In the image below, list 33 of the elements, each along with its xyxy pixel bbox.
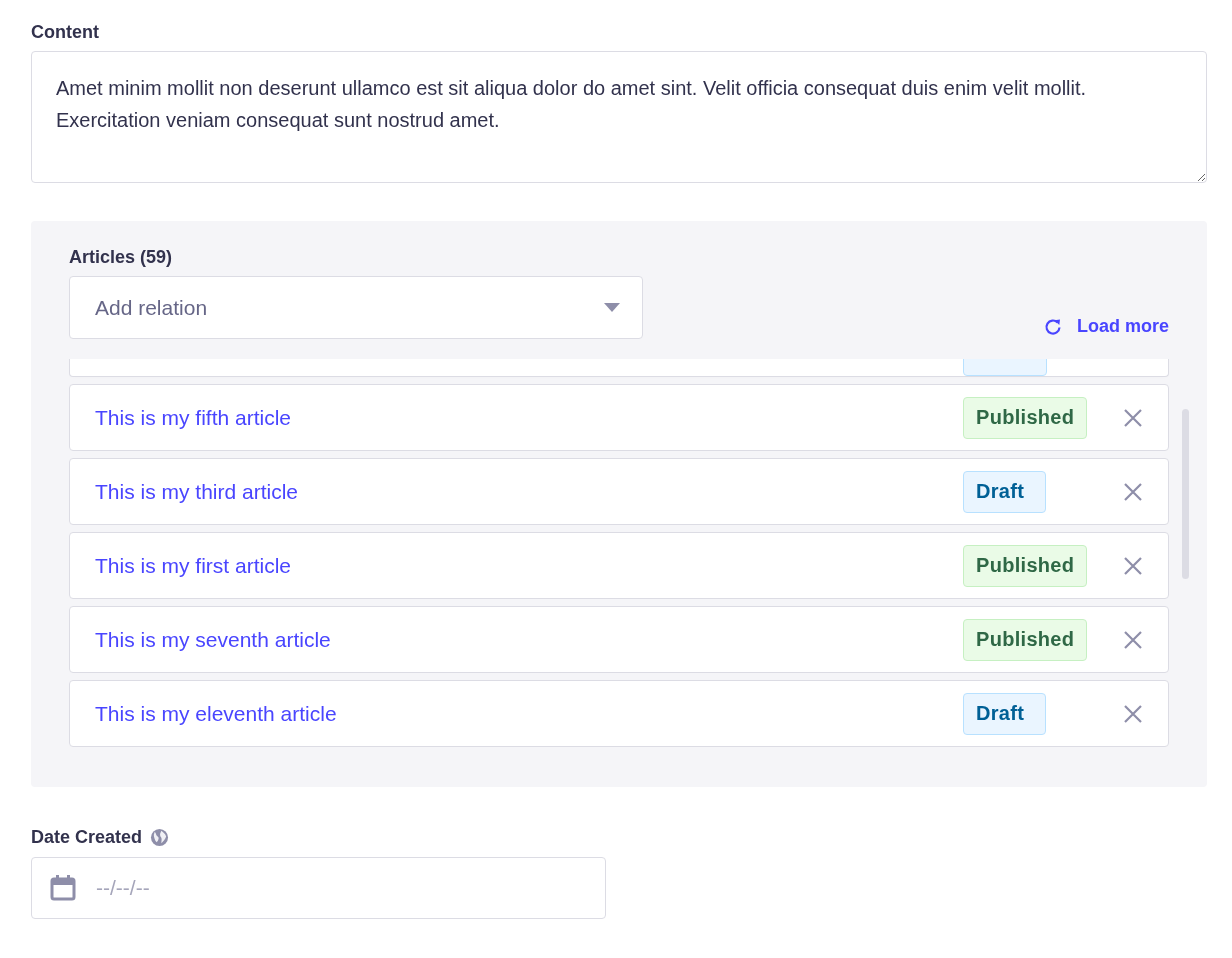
refresh-icon <box>1043 316 1063 337</box>
remove-button[interactable] <box>1122 554 1144 577</box>
globe-icon <box>150 828 170 847</box>
remove-button[interactable] <box>1122 480 1144 503</box>
close-icon <box>1122 554 1144 577</box>
caret-icon <box>604 302 620 313</box>
status-badge: Published <box>963 618 1088 661</box>
content-textarea[interactable]: Amet minim mollit non deserunt ullamco est sit aliqua dolor do amet sint. Velit officia consequat duis enim velit mollit. Exercitation veniam consequat sunt nostrud amet. <box>31 51 1207 183</box>
article-link[interactable]: This is my eleventh article <box>95 701 963 726</box>
article-link[interactable]: This is my third article <box>95 479 963 504</box>
article-link[interactable]: This is my first article <box>95 553 963 578</box>
date-field[interactable]: --/--/-- <box>31 857 606 919</box>
add-relation-select[interactable]: Add relation <box>69 276 643 339</box>
select-placeholder: Add relation <box>95 295 208 320</box>
article-link[interactable]: This is my fifth article <box>95 405 963 430</box>
close-icon <box>1122 480 1144 503</box>
remove-button[interactable] <box>1122 702 1144 725</box>
status-badge: Draft <box>963 470 1046 513</box>
scrollbar[interactable] <box>1182 409 1189 579</box>
field-label: Date Created <box>31 827 143 848</box>
close-icon <box>1122 702 1144 725</box>
calendar-icon <box>50 875 76 901</box>
close-icon <box>1122 406 1144 429</box>
field-label: Content <box>31 22 99 43</box>
load-more-button[interactable]: Load more <box>1043 316 1169 337</box>
article-link[interactable]: This is my seventh article <box>95 627 963 652</box>
field-label: Articles (59) <box>69 247 173 268</box>
status-badge: Published <box>963 396 1088 439</box>
remove-button[interactable] <box>1122 406 1144 429</box>
status-badge: Published <box>963 544 1088 587</box>
close-icon <box>1122 628 1144 651</box>
remove-button[interactable] <box>1122 628 1144 651</box>
status-badge: Draft <box>963 692 1046 735</box>
